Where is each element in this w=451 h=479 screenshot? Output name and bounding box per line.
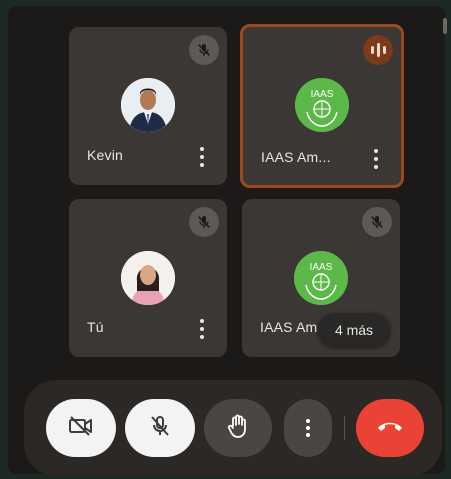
participant-name: Tú [87,319,104,335]
mic-off-icon [148,414,172,443]
mic-off-icon [362,207,392,237]
end-call-icon [376,419,404,438]
more-participants-chip[interactable]: 4 más [318,313,390,347]
more-options-icon [306,419,310,437]
participant-name: IAAS Am... [261,149,331,165]
speaking-indicator-icon [363,35,393,65]
iaas-logo: IAAS [295,78,349,132]
mic-off-icon [189,35,219,65]
participant-name: IAAS Am [260,319,318,335]
participant-name: Kevin [87,147,124,163]
more-options-button[interactable] [284,399,332,457]
camera-off-icon [68,415,94,442]
more-vert-icon[interactable] [195,317,209,341]
scrollbar[interactable] [443,18,447,34]
participant-tile-kevin[interactable]: Kevin [69,27,227,185]
raise-hand-icon [226,413,250,444]
logo-text: IAAS [311,89,334,100]
more-vert-icon[interactable] [369,147,383,171]
iaas-logo: IAAS [294,251,348,305]
more-vert-icon[interactable] [195,145,209,169]
avatar [121,251,175,305]
participant-tile-iaas-speaking[interactable]: IAAS IAAS Am... [240,24,404,188]
mic-off-icon [189,207,219,237]
avatar [121,78,175,132]
mic-toggle-button[interactable] [125,399,195,457]
logo-text: IAAS [310,262,333,273]
end-call-button[interactable] [356,399,424,457]
raise-hand-button[interactable] [204,399,272,457]
toolbar-divider [344,416,345,440]
camera-toggle-button[interactable] [46,399,116,457]
participant-tile-self[interactable]: Tú [69,199,227,357]
